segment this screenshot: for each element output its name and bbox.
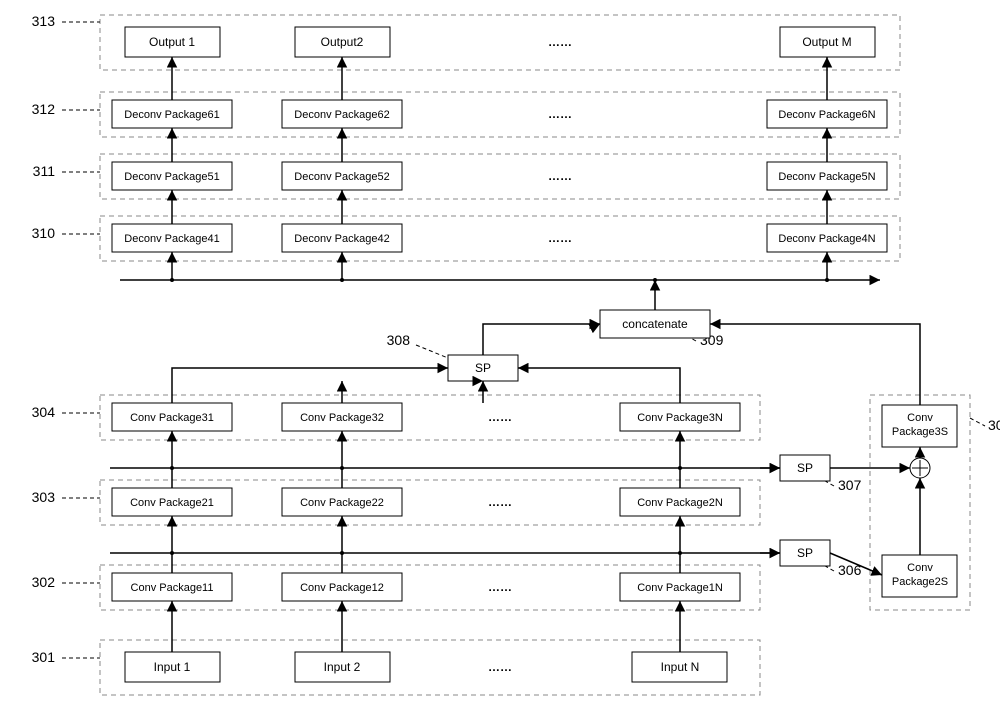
svg-text:Conv: Conv [907,412,933,424]
ref-310: 310 [32,225,56,241]
svg-text:Conv Package3N: Conv Package3N [637,412,723,424]
svg-text:Deconv Package52: Deconv Package52 [294,171,389,183]
svg-text:Conv Package1N: Conv Package1N [637,582,723,594]
svg-text:……: …… [548,107,572,121]
svg-text:Deconv Package61: Deconv Package61 [124,109,219,121]
ref-308: 308 [387,332,411,348]
svg-text:Conv Package31: Conv Package31 [130,412,214,424]
svg-text:Deconv Package51: Deconv Package51 [124,171,219,183]
ref-305: 305 [988,417,1000,433]
label-output-1: Output 1 [149,35,195,49]
svg-text:Deconv Package6N: Deconv Package6N [778,109,875,121]
label-output-m: Output M [802,35,851,49]
svg-text:concatenate: concatenate [622,317,688,331]
ref-301: 301 [32,649,56,665]
svg-text:……: …… [548,169,572,183]
svg-text:……: …… [488,495,512,509]
svg-text:Input 1: Input 1 [154,660,191,674]
svg-text:Conv Package12: Conv Package12 [300,582,384,594]
svg-text:SP: SP [475,361,491,375]
svg-text:Deconv Package4N: Deconv Package4N [778,233,875,245]
svg-text:Deconv Package5N: Deconv Package5N [778,171,875,183]
ref-311: 311 [33,163,56,179]
ref-303: 303 [32,489,56,505]
label-output-2: Output2 [321,35,364,49]
svg-text:……: …… [548,231,572,245]
svg-text:Deconv Package42: Deconv Package42 [294,233,389,245]
svg-text:Conv Package22: Conv Package22 [300,497,384,509]
svg-text:Package2S: Package2S [892,576,948,588]
ref-304: 304 [32,404,56,420]
svg-text:SP: SP [797,546,813,560]
ref-307: 307 [838,477,862,493]
svg-text:……: …… [488,410,512,424]
svg-text:……: …… [488,660,512,674]
ref-312: 312 [32,101,56,117]
svg-text:Conv Package2N: Conv Package2N [637,497,723,509]
svg-text:Conv: Conv [907,562,933,574]
svg-text:Input 2: Input 2 [324,660,361,674]
ref-313: 313 [32,13,56,29]
ref-302: 302 [32,574,56,590]
svg-text:Deconv Package62: Deconv Package62 [294,109,389,121]
svg-text:Input N: Input N [661,660,700,674]
svg-text:……: …… [488,580,512,594]
svg-text:SP: SP [797,461,813,475]
svg-text:Conv Package21: Conv Package21 [130,497,214,509]
architecture-diagram: 313 312 311 310 304 303 302 301 305 308 … [0,0,1000,722]
svg-text:Package3S: Package3S [892,426,948,438]
dots: …… [548,35,572,49]
svg-text:Deconv Package41: Deconv Package41 [124,233,219,245]
svg-text:Conv Package11: Conv Package11 [131,582,214,594]
svg-text:Conv Package32: Conv Package32 [300,412,384,424]
